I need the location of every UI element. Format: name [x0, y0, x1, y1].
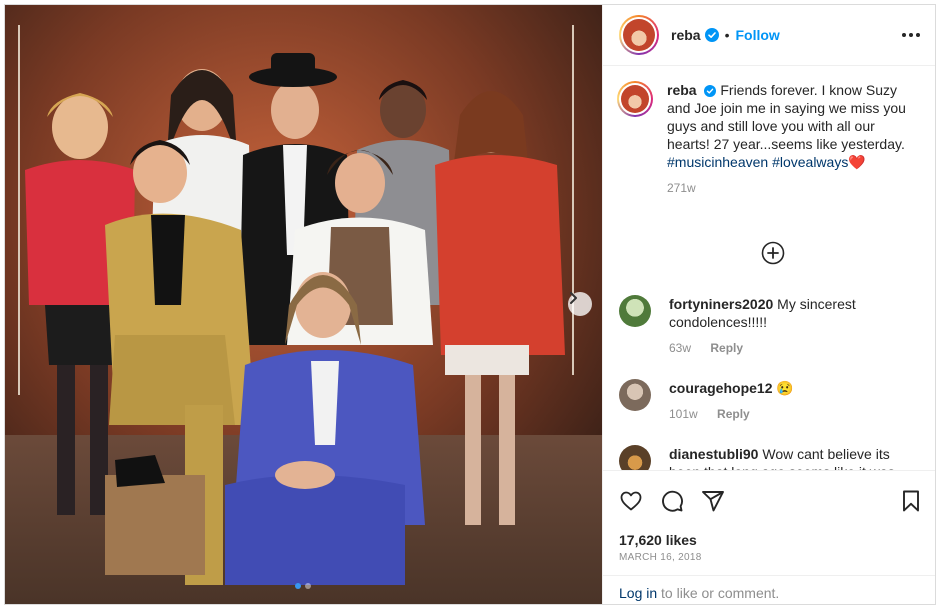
hashtag-link[interactable]: #lovealways: [772, 154, 848, 170]
comment-username[interactable]: dianestubli90: [669, 446, 758, 462]
carousel-indicator: [295, 583, 311, 589]
comment-age[interactable]: 101w: [669, 407, 698, 421]
heart-icon[interactable]: [619, 489, 643, 513]
more-options-icon[interactable]: [902, 33, 920, 37]
reply-button[interactable]: Reply: [710, 341, 743, 355]
post-header: reba • Follow: [603, 5, 935, 66]
author-username[interactable]: reba: [671, 27, 701, 43]
comment-age[interactable]: 63w: [669, 341, 691, 355]
post-actions: 17,620 likes MARCH 16, 2018 Log in to li…: [603, 470, 935, 604]
hashtag-link[interactable]: #musicinheaven: [667, 154, 768, 170]
post-date: MARCH 16, 2018: [619, 552, 702, 563]
comment-username[interactable]: couragehope12: [669, 380, 772, 396]
share-icon[interactable]: [701, 489, 725, 513]
commenter-avatar[interactable]: [619, 379, 651, 411]
post-photo[interactable]: [5, 5, 602, 604]
login-link[interactable]: Log in: [619, 585, 657, 601]
caption-text: Friends forever. I know Suzy and Joe joi…: [667, 82, 906, 152]
comment-username[interactable]: fortyniners2020: [669, 296, 773, 312]
carousel-dot: [305, 583, 311, 589]
commenter-avatar[interactable]: [619, 295, 651, 327]
load-more-comments-icon[interactable]: [761, 241, 785, 265]
comment-item: couragehope12 😢 101w Reply: [619, 379, 919, 423]
caption-avatar[interactable]: [617, 81, 653, 117]
caption-age[interactable]: 271w: [667, 181, 696, 195]
separator-dot: •: [724, 27, 730, 43]
post-sidebar: reba • Follow reba Friends forever. I kn…: [602, 5, 935, 604]
comment-item: fortyniners2020 My sincerest condolences…: [619, 295, 919, 357]
comment-item: dianestubli90 Wow cant believe its been …: [619, 445, 919, 470]
chevron-right-icon: [570, 292, 577, 304]
verified-badge-icon: [704, 28, 719, 42]
reply-button[interactable]: Reply: [717, 407, 750, 421]
follow-button[interactable]: Follow: [735, 27, 779, 43]
login-prompt-text: to like or comment.: [657, 585, 780, 601]
heart-emoji: ❤️: [848, 154, 866, 170]
verified-badge-icon: [704, 85, 717, 97]
commenter-avatar[interactable]: [619, 445, 651, 470]
login-prompt: Log in to like or comment.: [603, 575, 935, 604]
author-avatar[interactable]: [619, 15, 659, 55]
carousel-dot-active: [295, 583, 301, 589]
comment-icon[interactable]: [660, 489, 684, 513]
caption: reba Friends forever. I know Suzy and Jo…: [617, 81, 919, 197]
comments-list[interactable]: reba Friends forever. I know Suzy and Jo…: [603, 67, 935, 470]
caption-username[interactable]: reba: [667, 82, 697, 98]
group-photo-illustration: [5, 5, 602, 604]
likes-count[interactable]: 17,620 likes: [619, 532, 697, 548]
next-slide-button[interactable]: [568, 292, 592, 316]
comment-text: 😢: [776, 380, 794, 396]
bookmark-icon[interactable]: [899, 489, 923, 513]
post-window: reba • Follow reba Friends forever. I kn…: [4, 4, 936, 605]
